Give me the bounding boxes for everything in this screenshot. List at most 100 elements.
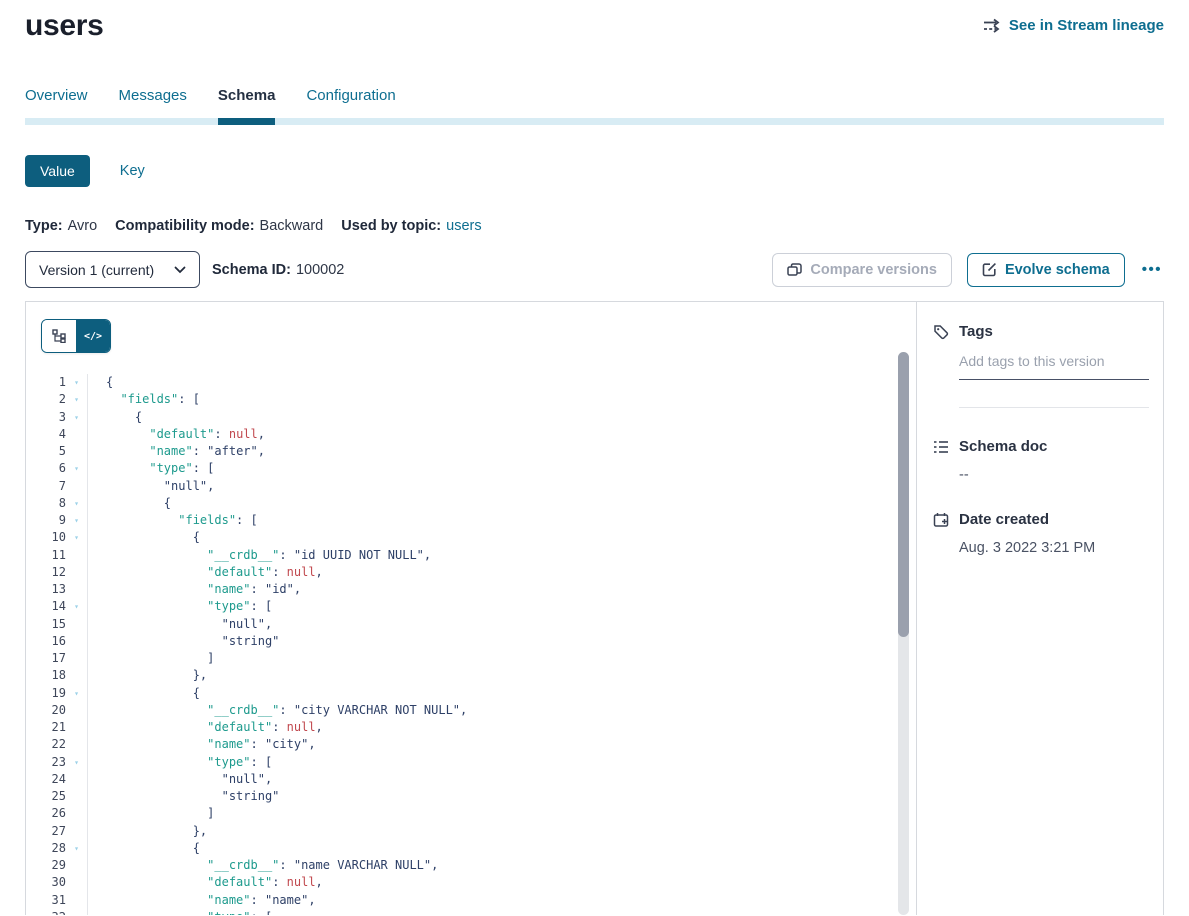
- value-tab-button[interactable]: Value: [25, 155, 90, 187]
- tree-view-button[interactable]: [42, 320, 76, 352]
- line-number: 27: [26, 823, 66, 840]
- code-line: 21 "default": null,: [26, 719, 916, 736]
- add-tags-input[interactable]: [959, 353, 1149, 380]
- editor-view-toggle: </>: [41, 319, 111, 353]
- code-text: },: [87, 667, 207, 684]
- fold-toggle-icon[interactable]: ▾: [66, 391, 87, 408]
- fold-spacer: [66, 667, 87, 684]
- code-line: 26 ]: [26, 805, 916, 822]
- code-text: ]: [87, 650, 214, 667]
- schema-card: </> 1▾{2▾ "fields": [3▾ {4 "default": nu…: [25, 301, 1164, 915]
- code-line: 10▾ {: [26, 529, 916, 546]
- page-title: users: [25, 9, 104, 43]
- tab-messages[interactable]: Messages: [119, 87, 187, 105]
- line-number: 3: [26, 409, 66, 426]
- fold-toggle-icon[interactable]: ▾: [66, 495, 87, 512]
- line-number: 19: [26, 685, 66, 702]
- fold-spacer: [66, 857, 87, 874]
- fold-toggle-icon[interactable]: ▾: [66, 409, 87, 426]
- tab-configuration[interactable]: Configuration: [306, 87, 395, 105]
- line-number: 10: [26, 529, 66, 546]
- line-number: 21: [26, 719, 66, 736]
- fold-spacer: [66, 823, 87, 840]
- line-number: 23: [26, 754, 66, 771]
- sidebar-divider: [959, 407, 1149, 408]
- used-by-topic-link[interactable]: users: [446, 218, 481, 234]
- code-line: 20 "__crdb__": "city VARCHAR NOT NULL",: [26, 702, 916, 719]
- compare-versions-label: Compare versions: [810, 262, 937, 278]
- code-line: 18 },: [26, 667, 916, 684]
- code-line: 25 "string": [26, 788, 916, 805]
- code-text: "fields": [: [87, 391, 200, 408]
- code-line: 14▾ "type": [: [26, 598, 916, 615]
- line-number: 28: [26, 840, 66, 857]
- line-number: 26: [26, 805, 66, 822]
- tab-overview[interactable]: Overview: [25, 87, 88, 105]
- schema-controls-row: Version 1 (current) Schema ID: 100002 Co…: [25, 251, 1164, 288]
- fold-toggle-icon[interactable]: ▾: [66, 512, 87, 529]
- code-text: "null",: [87, 771, 272, 788]
- fold-spacer: [66, 443, 87, 460]
- line-number: 17: [26, 650, 66, 667]
- editor-scrollbar-thumb[interactable]: [898, 352, 909, 637]
- chevron-down-icon: [174, 266, 186, 274]
- code-text: {: [87, 685, 200, 702]
- line-number: 22: [26, 736, 66, 753]
- line-number: 7: [26, 478, 66, 495]
- fold-toggle-icon[interactable]: ▾: [66, 840, 87, 857]
- line-number: 25: [26, 788, 66, 805]
- fold-spacer: [66, 547, 87, 564]
- code-line: 17 ]: [26, 650, 916, 667]
- list-icon: [933, 440, 949, 454]
- more-options-button[interactable]: •••: [1140, 259, 1164, 280]
- code-line: 22 "name": "city",: [26, 736, 916, 753]
- evolve-schema-button[interactable]: Evolve schema: [967, 253, 1125, 287]
- code-line: 4 "default": null,: [26, 426, 916, 443]
- key-tab-link[interactable]: Key: [120, 163, 145, 179]
- line-number: 20: [26, 702, 66, 719]
- code-text: "type": [: [87, 460, 214, 477]
- fold-toggle-icon[interactable]: ▾: [66, 909, 87, 915]
- tree-view-icon: [52, 329, 66, 343]
- code-line: 16 "string": [26, 633, 916, 650]
- edit-icon: [982, 262, 997, 277]
- fold-spacer: [66, 581, 87, 598]
- value-key-toggle: Value Key: [25, 155, 1164, 187]
- tag-icon: [933, 324, 949, 340]
- tab-schema[interactable]: Schema: [218, 87, 276, 105]
- line-number: 18: [26, 667, 66, 684]
- fold-toggle-icon[interactable]: ▾: [66, 460, 87, 477]
- editor-scrollbar-track[interactable]: [898, 352, 909, 915]
- tags-title: Tags: [959, 323, 993, 340]
- line-number: 15: [26, 616, 66, 633]
- code-line: 8▾ {: [26, 495, 916, 512]
- code-line: 2▾ "fields": [: [26, 391, 916, 408]
- compare-versions-button[interactable]: Compare versions: [772, 253, 952, 287]
- code-text: "name": "id",: [87, 581, 301, 598]
- code-view-button[interactable]: </>: [76, 320, 110, 352]
- fold-toggle-icon[interactable]: ▾: [66, 374, 87, 391]
- fold-toggle-icon[interactable]: ▾: [66, 754, 87, 771]
- version-select-value: Version 1 (current): [39, 262, 154, 278]
- fold-spacer: [66, 616, 87, 633]
- code-line: 6▾ "type": [: [26, 460, 916, 477]
- code-line: 7 "null",: [26, 478, 916, 495]
- code-line: 32▾ "type": [: [26, 909, 916, 915]
- see-in-stream-lineage-link[interactable]: See in Stream lineage: [983, 17, 1164, 34]
- code-text: "__crdb__": "name VARCHAR NULL",: [87, 857, 438, 874]
- version-select[interactable]: Version 1 (current): [25, 251, 200, 288]
- compatibility-label: Compatibility mode:: [115, 218, 254, 234]
- fold-spacer: [66, 805, 87, 822]
- stream-lineage-icon: [983, 18, 1002, 33]
- schema-id-label: Schema ID:: [212, 262, 291, 278]
- fold-toggle-icon[interactable]: ▾: [66, 598, 87, 615]
- line-number: 16: [26, 633, 66, 650]
- calendar-plus-icon: [933, 512, 949, 528]
- code-text: "null",: [87, 616, 272, 633]
- fold-toggle-icon[interactable]: ▾: [66, 685, 87, 702]
- code-text: "fields": [: [87, 512, 258, 529]
- type-value: Avro: [68, 218, 98, 234]
- fold-toggle-icon[interactable]: ▾: [66, 529, 87, 546]
- fold-spacer: [66, 736, 87, 753]
- code-text: "null",: [87, 478, 214, 495]
